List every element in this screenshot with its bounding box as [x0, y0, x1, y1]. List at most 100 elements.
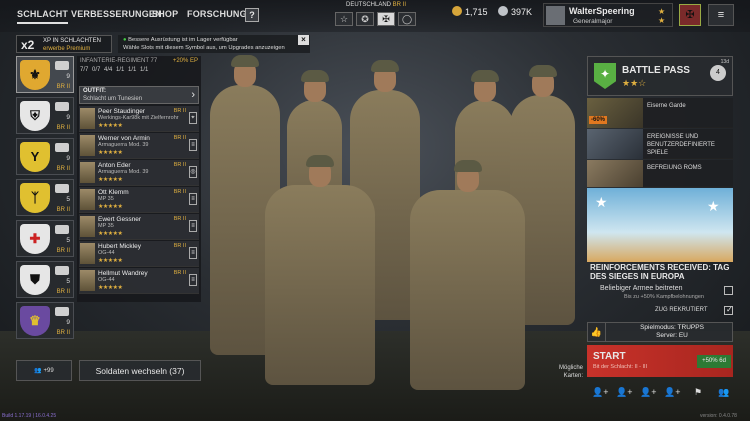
add-friend-icon[interactable]: 👤+: [664, 387, 680, 398]
soldier-name: Anton Eder: [98, 162, 131, 169]
battle-pass-stars: ★★☆: [622, 78, 647, 88]
tab-schlacht[interactable]: SCHLACHT: [17, 9, 69, 24]
help-button[interactable]: ?: [245, 8, 259, 22]
event-liberation-rome[interactable]: BEFREIUNG ROMS: [587, 160, 733, 187]
battle-pass-card[interactable]: ✦ BATTLE PASS ★★☆ 4 13d: [587, 56, 733, 96]
event-iron-guard[interactable]: -60% Eiserne Garde: [587, 98, 733, 128]
version-text: Build 1.17.19 | 16.0.4.25: [2, 413, 57, 419]
soldier-stars: ★★★★★: [98, 204, 123, 210]
allies-star-icon[interactable]: ✪: [356, 12, 374, 26]
squad-br: BR II: [56, 125, 70, 131]
soldier-row[interactable]: Anton Eder Armaguerra Mod. 39 ★★★★★ BR II ◎: [79, 160, 199, 186]
soldier-name: Peer Staudinger: [98, 108, 145, 115]
soldier-row[interactable]: Werner von Armin Armaguerra Mod. 39 ★★★★★ B…: [79, 133, 199, 159]
regiment-ep-bonus: +20% EP: [172, 58, 198, 64]
add-friend-icon[interactable]: 👤+: [616, 387, 632, 398]
xp-multiplier: x2: [21, 38, 35, 52]
reinforcement-banner[interactable]: ★ ★: [587, 188, 733, 262]
event-custom-games[interactable]: EREIGNISSE UND BENUTZERDEFINIERTE SPIELE: [587, 129, 733, 159]
thumbs-up-icon[interactable]: 👍: [588, 323, 606, 341]
group-icon: 👥: [34, 368, 42, 374]
soldier-stars: ★★★★★: [98, 285, 123, 291]
silver-counter[interactable]: 397K: [498, 6, 532, 17]
premium-link[interactable]: erwerbe Premium: [43, 46, 90, 52]
avatar: [546, 6, 565, 25]
reserve-count: +99: [43, 368, 54, 374]
class-icon: [55, 184, 69, 193]
gold-counter[interactable]: 1,715: [452, 6, 488, 17]
class-icon: ≡: [189, 193, 197, 205]
soldier-portrait: [80, 243, 95, 264]
gold-coin-icon: [452, 6, 462, 16]
class-icon: ≡: [189, 274, 197, 286]
soldier-portrait: [80, 162, 95, 183]
silver-amount: 397K: [511, 7, 533, 17]
squad-br: BR II: [56, 289, 70, 295]
nation-selector: DEUTSCHLAND BR II: [335, 2, 417, 8]
gamemode-panel[interactable]: 👍 Spielmodus: TRUPPS Server: EU: [587, 322, 733, 342]
player-name: WalterSpeering: [569, 6, 635, 16]
flag-icon[interactable]: ⚑: [694, 387, 702, 398]
soldier-row[interactable]: Ott Klemm MP 35 ★★★★★ BR II ≡: [79, 187, 199, 213]
squad-count: 9: [66, 319, 70, 326]
soldier-br: BR II: [173, 216, 186, 222]
rune-emblem-icon: ᛉ: [20, 183, 50, 213]
circle-icon[interactable]: ◯: [398, 12, 416, 26]
tab-verbesserungen[interactable]: VERBESSERUNGEN: [71, 9, 162, 19]
add-friend-icon[interactable]: 👤+: [640, 387, 656, 398]
regiment-name: INFANTERIE-REGIMENT 77: [80, 58, 158, 64]
class-icon: ≡: [189, 220, 197, 232]
class-icon: [55, 143, 69, 152]
reserve-button[interactable]: 👥 +99: [16, 360, 72, 381]
squad-slot-counts: 7/7 0/7 4/4 1/1 1/1 1/1: [80, 67, 149, 73]
squad-2[interactable]: ⛨ 9 BR II: [16, 97, 74, 134]
start-button[interactable]: START Bit der Schlacht: II - III +50% 6d: [587, 345, 733, 377]
event-title: EREIGNISSE UND BENUTZERDEFINIERTE SPIELE: [647, 134, 715, 156]
event-title: BEFREIUNG ROMS: [647, 165, 702, 171]
player-profile[interactable]: WalterSpeering Generalmajor ★ ★: [543, 3, 673, 27]
soldier-br: BR II: [173, 189, 186, 195]
soldier-portrait: [80, 216, 95, 237]
regiment-flag-icon[interactable]: ✠: [679, 4, 701, 26]
soldier-stars: ★★★★★: [98, 123, 123, 129]
event-thumbnail: [587, 160, 643, 187]
soldier-name: Ott Klemm: [98, 189, 129, 196]
join-army-checkbox[interactable]: [724, 286, 733, 295]
soldier-br: BR II: [173, 162, 186, 168]
soldier-br: BR II: [173, 135, 186, 141]
soldier-row[interactable]: Hellmut Wandrey OG-44 ★★★★★ BR II ≡: [79, 268, 199, 294]
squad-7[interactable]: ♛ 9 BR II: [16, 302, 74, 339]
tab-forschung[interactable]: FORSCHUNG: [187, 9, 247, 19]
coat-emblem-icon: ♛: [20, 306, 50, 336]
menu-icon[interactable]: ≡: [708, 4, 734, 26]
tab-shop[interactable]: SHOP: [152, 9, 178, 19]
outfit-selector[interactable]: OUTFIT: Schlacht um Tunesien ›: [79, 86, 199, 104]
squad-5[interactable]: ✚ 5 BR II: [16, 220, 74, 257]
soldier-portrait: [80, 135, 95, 156]
soldier-weapon: OG-44: [98, 277, 115, 283]
squad-4[interactable]: ᛉ 5 BR II: [16, 179, 74, 216]
soldier-portrait: [80, 270, 95, 291]
xp-boost-banner[interactable]: x2 XP IN SCHLACHTEN erwerbe Premium: [16, 35, 112, 53]
star-icon[interactable]: ☆: [335, 12, 353, 26]
switch-soldiers-button[interactable]: Soldaten wechseln (37): [79, 360, 201, 381]
squad-br: BR II: [56, 248, 70, 254]
close-icon[interactable]: ×: [298, 35, 309, 45]
event-thumbnail: [587, 129, 643, 159]
soldier-portrait: [80, 189, 95, 210]
add-friend-icon[interactable]: 👤+: [592, 387, 608, 398]
soldier-row[interactable]: Peer Staudinger Werkings-Kar98k mit Zielf…: [79, 106, 199, 132]
soldier-row[interactable]: Hubert Mickley OG-44 ★★★★★ BR II ≡: [79, 241, 199, 267]
rank-star-icon: ★: [658, 7, 666, 16]
squad-6[interactable]: ⛊ 5 BR II: [16, 261, 74, 298]
bonus-badge: +50% 6d: [697, 355, 731, 368]
recruit-checkbox[interactable]: [724, 305, 733, 315]
soldier-br: BR II: [173, 270, 186, 276]
squad-count: 9: [66, 155, 70, 162]
squad-3[interactable]: Y 9 BR II: [16, 138, 74, 175]
squad-1[interactable]: ⚜ 9 BR II: [16, 56, 74, 93]
cross-icon[interactable]: ✠: [377, 12, 395, 26]
soldier-name: Hubert Mickley: [98, 243, 141, 250]
friends-icon[interactable]: 👥: [718, 387, 729, 398]
soldier-row[interactable]: Ewert Gessner MP 35 ★★★★★ BR II ≡: [79, 214, 199, 240]
